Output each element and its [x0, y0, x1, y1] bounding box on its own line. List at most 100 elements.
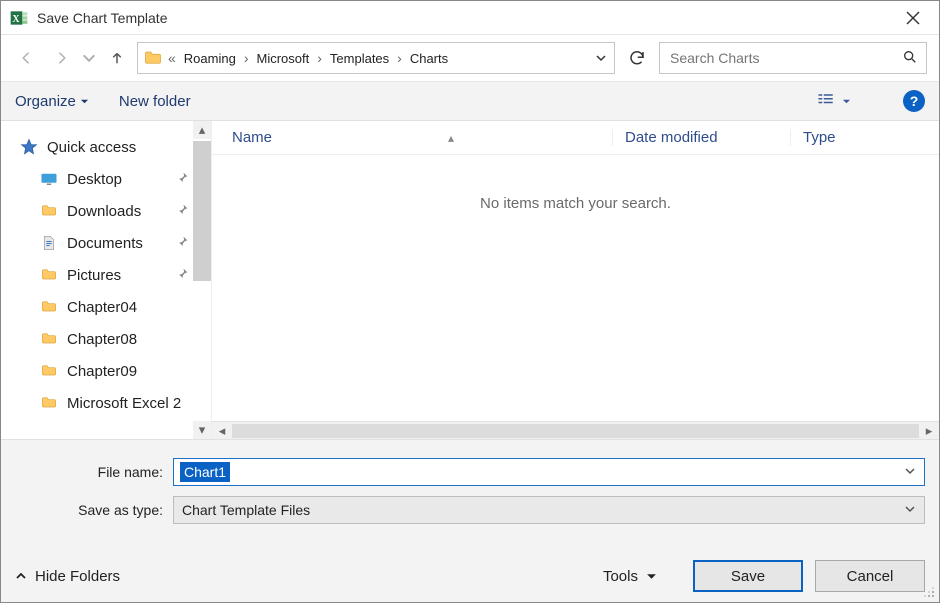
chevron-down-icon	[646, 571, 657, 582]
forward-button[interactable]	[47, 44, 75, 72]
filename-label: File name:	[15, 464, 173, 480]
savetype-value: Chart Template Files	[182, 502, 310, 518]
sort-indicator-icon: ▴	[448, 131, 454, 145]
savetype-label: Save as type:	[15, 502, 173, 518]
star-icon	[19, 137, 39, 157]
empty-message: No items match your search.	[480, 195, 671, 212]
chevron-down-icon	[842, 97, 851, 106]
close-button[interactable]	[893, 1, 933, 35]
refresh-button[interactable]	[621, 42, 653, 74]
organize-label: Organize	[15, 93, 76, 110]
up-button[interactable]	[103, 44, 131, 72]
folder-icon	[39, 265, 59, 285]
sidebar-item-chapter08[interactable]: Chapter08	[13, 323, 209, 355]
chevron-down-icon[interactable]	[904, 465, 916, 480]
column-name[interactable]: Name ▴	[232, 129, 612, 146]
list-view-icon	[816, 92, 836, 110]
breadcrumb-item[interactable]: Roaming	[180, 51, 240, 66]
horizontal-scrollbar[interactable]: ◂ ▸	[212, 421, 939, 439]
cancel-button[interactable]: Cancel	[815, 560, 925, 592]
search-input[interactable]	[668, 49, 902, 67]
sidebar-item-pictures[interactable]: Pictures	[13, 259, 209, 291]
sidebar-item-label: Documents	[67, 235, 143, 252]
scroll-left-arrow[interactable]: ◂	[212, 423, 232, 439]
folder-icon	[39, 361, 59, 381]
pin-icon	[176, 235, 189, 252]
folder-icon	[39, 329, 59, 349]
breadcrumb-item[interactable]: Charts	[406, 51, 452, 66]
search-box[interactable]	[659, 42, 927, 74]
resize-grip-icon[interactable]	[923, 586, 935, 598]
sidebar-item-chapter09[interactable]: Chapter09	[13, 355, 209, 387]
window-title: Save Chart Template	[37, 10, 167, 26]
column-date[interactable]: Date modified	[612, 129, 790, 146]
chevron-right-icon[interactable]: ›	[395, 50, 404, 66]
pin-icon	[176, 171, 189, 188]
recent-locations-dropdown[interactable]	[81, 44, 97, 72]
document-icon	[39, 233, 59, 253]
scroll-track[interactable]	[232, 424, 919, 438]
chevron-right-icon[interactable]: ›	[315, 50, 324, 66]
sidebar-item-label: Microsoft Excel 2	[67, 395, 181, 412]
sidebar-item-documents[interactable]: Documents	[13, 227, 209, 259]
sidebar-item-downloads[interactable]: Downloads	[13, 195, 209, 227]
tools-label: Tools	[603, 568, 638, 585]
sidebar-item-label: Chapter04	[67, 299, 137, 316]
chevron-down-icon[interactable]	[904, 502, 916, 518]
sidebar-quick-access[interactable]: Quick access	[13, 131, 209, 163]
scroll-down-arrow[interactable]: ▾	[193, 421, 211, 439]
cancel-label: Cancel	[847, 568, 894, 585]
sidebar-item-label: Downloads	[67, 203, 141, 220]
view-options[interactable]	[816, 92, 851, 110]
scrollbar-thumb[interactable]	[193, 141, 211, 281]
main-area: ▴ ▾ Quick access Desktop Downloads Docum…	[1, 121, 939, 439]
breadcrumb-bar[interactable]: « Roaming › Microsoft › Templates › Char…	[137, 42, 615, 74]
sidebar-item-desktop[interactable]: Desktop	[13, 163, 209, 195]
search-icon[interactable]	[902, 49, 918, 68]
save-label: Save	[731, 568, 765, 585]
folder-icon	[39, 297, 59, 317]
tools-menu[interactable]: Tools	[603, 568, 657, 585]
chevron-right-icon[interactable]: ›	[242, 50, 251, 66]
column-headers: Name ▴ Date modified Type	[212, 121, 939, 155]
sidebar-item-chapter04[interactable]: Chapter04	[13, 291, 209, 323]
breadcrumb-overflow[interactable]: «	[166, 50, 178, 66]
chevron-down-icon	[80, 97, 89, 106]
pin-icon	[176, 203, 189, 220]
filename-value[interactable]: Chart1	[180, 462, 230, 482]
breadcrumb-item[interactable]: Templates	[326, 51, 393, 66]
folder-icon	[142, 47, 164, 69]
folder-icon	[39, 201, 59, 221]
chevron-up-icon	[15, 570, 27, 582]
help-button[interactable]: ?	[903, 90, 925, 112]
breadcrumb-dropdown[interactable]	[592, 52, 610, 64]
file-list-area: Name ▴ Date modified Type No items match…	[211, 121, 939, 439]
hide-folders-button[interactable]: Hide Folders	[15, 568, 120, 585]
column-type[interactable]: Type	[790, 129, 939, 146]
column-type-label: Type	[803, 129, 836, 146]
organize-menu[interactable]: Organize	[15, 93, 89, 110]
empty-state: No items match your search.	[212, 155, 939, 421]
filename-combobox[interactable]: Chart1	[173, 458, 925, 486]
new-folder-button[interactable]: New folder	[119, 93, 191, 110]
sidebar-item-label: Chapter08	[67, 331, 137, 348]
sidebar-item-label: Chapter09	[67, 363, 137, 380]
column-name-label: Name	[232, 129, 272, 146]
savetype-combobox[interactable]: Chart Template Files	[173, 496, 925, 524]
pin-icon	[176, 267, 189, 284]
scroll-right-arrow[interactable]: ▸	[919, 423, 939, 439]
hide-folders-label: Hide Folders	[35, 568, 120, 585]
sidebar-item-excel-folder[interactable]: Microsoft Excel 2	[13, 387, 209, 419]
back-button[interactable]	[13, 44, 41, 72]
folder-icon	[39, 393, 59, 413]
excel-app-icon: X	[9, 8, 29, 28]
save-button[interactable]: Save	[693, 560, 803, 592]
desktop-icon	[39, 169, 59, 189]
scroll-up-arrow[interactable]: ▴	[193, 121, 211, 139]
sidebar-item-label: Desktop	[67, 171, 122, 188]
svg-text:X: X	[12, 14, 20, 25]
sidebar: ▴ ▾ Quick access Desktop Downloads Docum…	[1, 121, 211, 439]
sidebar-item-label: Pictures	[67, 267, 121, 284]
bottom-panel: File name: Chart1 Save as type: Chart Te…	[1, 439, 939, 602]
breadcrumb-item[interactable]: Microsoft	[253, 51, 314, 66]
